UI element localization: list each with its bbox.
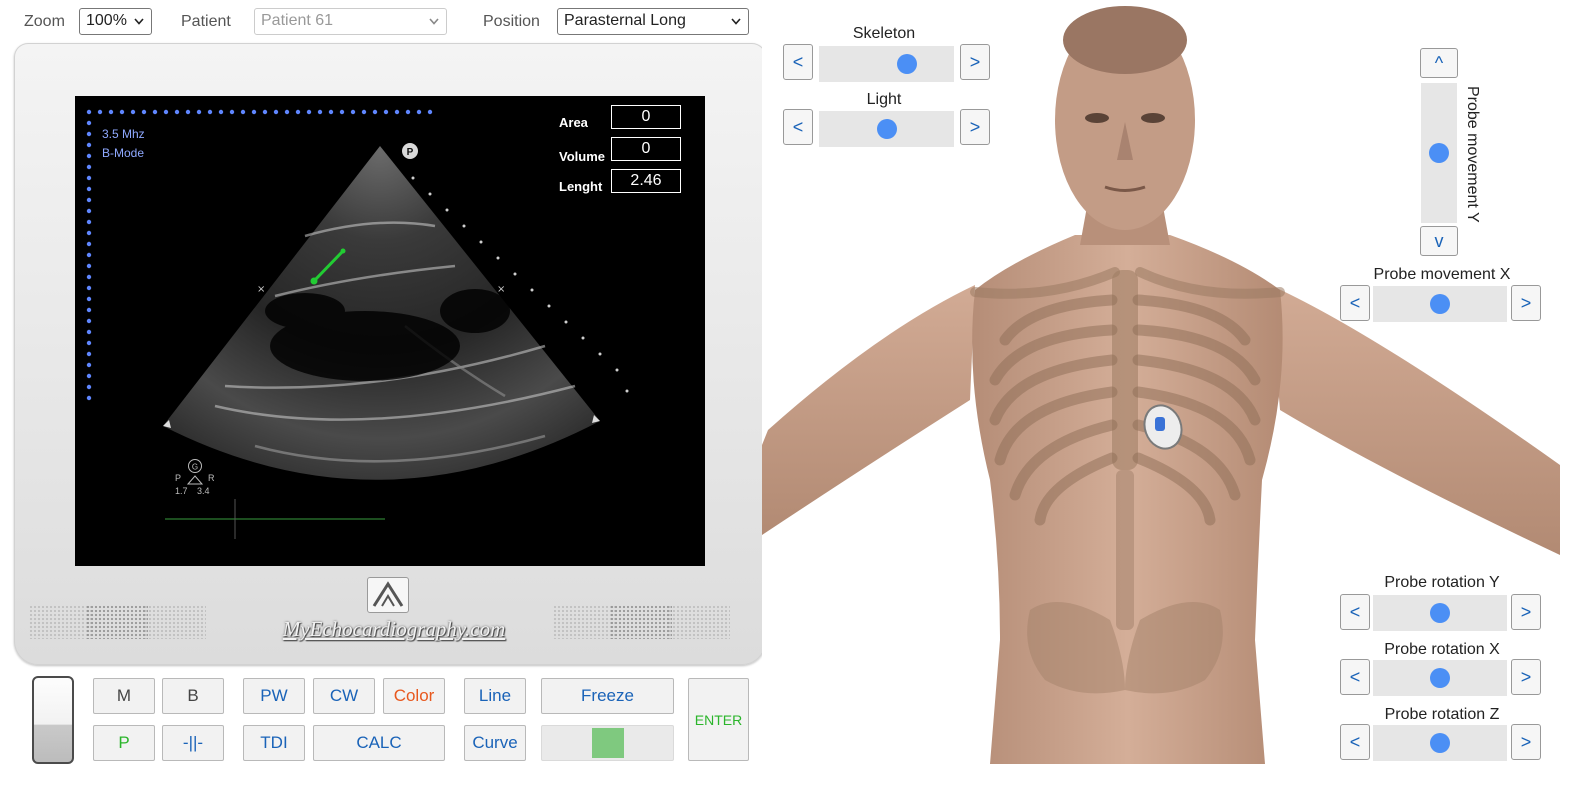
chevron-down-icon: [731, 18, 741, 25]
chevron-down-icon: [134, 18, 144, 25]
light-decrease-button[interactable]: <: [783, 109, 813, 145]
body-3d-viewer[interactable]: Skeleton < > Light < > ^ v Probe movemen…: [762, 0, 1562, 764]
length-value: 2.46: [611, 169, 681, 193]
chevron-down-icon: [429, 18, 439, 25]
measurement-handle[interactable]: [340, 248, 346, 254]
rotation-y-increase-button[interactable]: >: [1511, 594, 1541, 630]
probe-x-slider[interactable]: [1373, 286, 1507, 322]
rotation-x-slider[interactable]: [1373, 660, 1507, 696]
position-label: Position: [483, 13, 540, 30]
b-mode-button[interactable]: B: [162, 678, 224, 714]
probe-icon[interactable]: [32, 676, 74, 764]
probe-x-decrease-button[interactable]: <: [1340, 285, 1370, 321]
speaker-grille: [144, 605, 206, 639]
rotation-x-decrease-button[interactable]: <: [1340, 659, 1370, 695]
probe-y-label: Probe movement Y: [1464, 86, 1481, 223]
brand-logo-icon: [367, 577, 409, 613]
patient-value: Patient 61: [261, 12, 334, 29]
probe-y-slider-thumb[interactable]: [1429, 143, 1449, 163]
probe-y-slider[interactable]: [1421, 83, 1457, 223]
probe-y-up-button[interactable]: ^: [1420, 48, 1458, 78]
depth-marker: G P R 1.7 3.4: [175, 459, 215, 496]
cw-button[interactable]: CW: [313, 678, 375, 714]
rotation-y-decrease-button[interactable]: <: [1340, 594, 1370, 630]
rotation-y-label: Probe rotation Y: [1384, 574, 1500, 591]
rotation-x-increase-button[interactable]: >: [1511, 659, 1541, 695]
freeze-indicator-slot: [541, 725, 674, 761]
zoom-value: 100%: [86, 12, 127, 29]
sector-edge-mark: ×: [257, 284, 265, 295]
svg-text:R: R: [208, 473, 215, 483]
tdi-button[interactable]: TDI: [243, 725, 305, 761]
skeleton-decrease-button[interactable]: <: [783, 44, 813, 80]
rotation-z-slider-thumb[interactable]: [1430, 733, 1450, 753]
position-value: Parasternal Long: [564, 12, 686, 29]
svg-text:G: G: [192, 463, 198, 472]
m-mode-button[interactable]: M: [93, 678, 155, 714]
rotation-z-increase-button[interactable]: >: [1511, 724, 1541, 760]
light-label: Light: [866, 91, 902, 108]
speaker-grille: [29, 605, 91, 639]
skeleton-slider[interactable]: [819, 46, 954, 82]
rotation-x-slider-thumb[interactable]: [1430, 668, 1450, 688]
ultrasound-monitor: × × P G P R 1.7 3.4 3.5 Mhz B-Mode Area …: [14, 43, 766, 665]
area-value: 0: [611, 105, 681, 129]
svg-text:P: P: [175, 473, 181, 483]
rotation-z-decrease-button[interactable]: <: [1340, 724, 1370, 760]
zoom-label: Zoom: [24, 13, 65, 30]
length-label: Lenght: [559, 179, 603, 194]
rotation-y-slider-thumb[interactable]: [1430, 603, 1450, 623]
rotation-x-label: Probe rotation X: [1384, 641, 1500, 658]
patient-label: Patient: [181, 13, 231, 30]
zoom-select[interactable]: 100%: [79, 8, 152, 35]
volume-label: Volume: [559, 149, 605, 164]
brand-name: MyEchocardiography.com: [282, 617, 506, 641]
caliper-button[interactable]: -||-: [162, 725, 224, 761]
sector-edge-mark: ×: [497, 284, 505, 295]
skeleton-slider-thumb[interactable]: [897, 54, 918, 74]
svg-text:3.4: 3.4: [197, 486, 210, 496]
patient-select[interactable]: Patient 61: [254, 8, 447, 35]
light-slider-thumb[interactable]: [876, 119, 897, 139]
measurement-handle[interactable]: [310, 277, 318, 285]
ultrasound-screen[interactable]: × × P G P R 1.7 3.4 3.5 Mhz B-Mode Area …: [75, 96, 705, 566]
probe-x-label: Probe movement X: [1373, 266, 1511, 283]
calc-button[interactable]: CALC: [313, 725, 445, 761]
freeze-indicator: [591, 728, 624, 758]
pw-button[interactable]: PW: [243, 678, 305, 714]
rotation-y-slider[interactable]: [1373, 595, 1507, 631]
light-increase-button[interactable]: >: [960, 109, 990, 145]
probe-y-down-button[interactable]: v: [1420, 226, 1458, 256]
speaker-grille: [86, 605, 148, 639]
probe-x-slider-thumb[interactable]: [1430, 294, 1450, 314]
color-button[interactable]: Color: [383, 678, 445, 714]
skeleton-increase-button[interactable]: >: [960, 44, 990, 80]
freeze-button[interactable]: Freeze: [541, 678, 674, 714]
orientation-marker-text: P: [407, 147, 414, 158]
rotation-z-label: Probe rotation Z: [1384, 706, 1500, 723]
skeleton-label: Skeleton: [852, 25, 916, 42]
p-button[interactable]: P: [93, 725, 155, 761]
area-label: Area: [559, 115, 588, 130]
speaker-grille: [553, 605, 615, 639]
enter-button[interactable]: ENTER: [688, 678, 749, 761]
echo-image: × × P G P R 1.7 3.4: [86, 109, 629, 539]
volume-value: 0: [611, 137, 681, 161]
curve-button[interactable]: Curve: [464, 725, 526, 761]
probe-x-increase-button[interactable]: >: [1511, 285, 1541, 321]
top-toolbar: Zoom 100% Patient Patient 61 Position Pa…: [0, 6, 770, 36]
rotation-z-slider[interactable]: [1373, 725, 1507, 761]
position-select[interactable]: Parasternal Long: [557, 8, 749, 35]
frequency-label: 3.5 Mhz: [102, 127, 145, 141]
svg-text:1.7: 1.7: [175, 486, 188, 496]
speaker-grille: [610, 605, 672, 639]
light-slider[interactable]: [819, 111, 954, 147]
mode-label: B-Mode: [102, 146, 145, 160]
speaker-grille: [668, 605, 730, 639]
line-button[interactable]: Line: [464, 678, 526, 714]
